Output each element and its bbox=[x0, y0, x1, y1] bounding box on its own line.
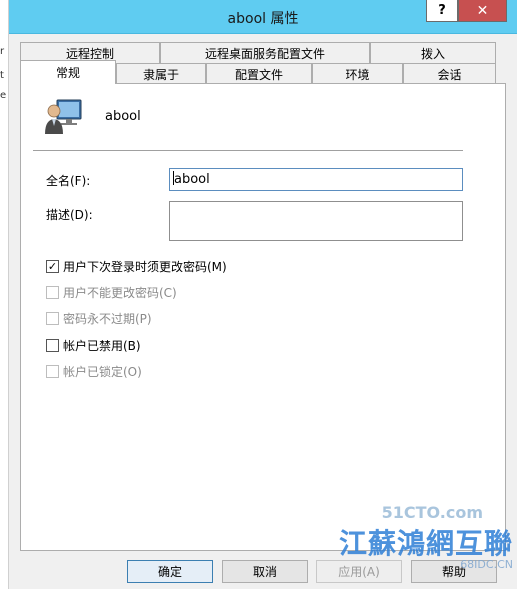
checkbox-cannot-change-password: 用户不能更改密码(C) bbox=[46, 284, 177, 301]
checkbox-label: 帐户已锁定(O) bbox=[63, 365, 142, 379]
checkbox-label: 用户下次登录时须更改密码(M) bbox=[63, 260, 227, 274]
tab-general[interactable]: 常规 bbox=[20, 60, 116, 84]
background-text: r bbox=[0, 46, 5, 57]
tab-rds-profile[interactable]: 远程桌面服务配置文件 bbox=[160, 42, 370, 63]
checkbox-account-locked: 帐户已锁定(O) bbox=[46, 363, 142, 380]
checkbox-icon[interactable] bbox=[46, 339, 59, 352]
checkbox-must-change-password[interactable]: ✓ 用户下次登录时须更改密码(M) bbox=[46, 258, 227, 275]
background-text: t bbox=[0, 70, 4, 81]
ok-button[interactable]: 确定 bbox=[127, 560, 213, 583]
checkbox-label: 密码永不过期(P) bbox=[63, 312, 152, 326]
apply-button: 应用(A) bbox=[316, 560, 402, 583]
properties-dialog: abool 属性 ? ✕ 远程控制 远程桌面服务配置文件 拨入 常规 隶属于 配… bbox=[9, 0, 517, 589]
background-text: e bbox=[0, 90, 7, 101]
help-button[interactable]: ? bbox=[426, 0, 458, 22]
tab-sessions[interactable]: 会话 bbox=[403, 63, 496, 84]
close-button[interactable]: ✕ bbox=[458, 0, 507, 22]
tab-environment[interactable]: 环境 bbox=[312, 63, 403, 84]
tab-member-of[interactable]: 隶属于 bbox=[116, 63, 206, 84]
cancel-button[interactable]: 取消 bbox=[222, 560, 308, 583]
checkbox-icon bbox=[46, 286, 59, 299]
fullname-field[interactable]: abool bbox=[169, 168, 463, 191]
checkbox-checked-icon[interactable]: ✓ bbox=[46, 260, 59, 273]
tab-dial-in[interactable]: 拨入 bbox=[370, 42, 496, 63]
separator bbox=[33, 150, 463, 151]
help-dialog-button[interactable]: 帮助 bbox=[411, 560, 497, 583]
general-tab-panel: abool 全名(F): abool 描述(D): ✓ 用户下次登录时须更改密码… bbox=[20, 83, 506, 551]
checkbox-account-disabled[interactable]: 帐户已禁用(B) bbox=[46, 337, 141, 354]
tab-profile[interactable]: 配置文件 bbox=[206, 63, 312, 84]
title-bar[interactable]: abool 属性 ? ✕ bbox=[9, 0, 517, 34]
user-monitor-icon bbox=[45, 99, 82, 134]
description-field[interactable] bbox=[169, 201, 463, 241]
checkbox-icon bbox=[46, 365, 59, 378]
checkbox-label: 帐户已禁用(B) bbox=[63, 339, 141, 353]
fullname-label: 全名(F): bbox=[46, 174, 91, 188]
checkbox-icon bbox=[46, 312, 59, 325]
checkbox-password-never-expires: 密码永不过期(P) bbox=[46, 310, 152, 327]
description-label: 描述(D): bbox=[46, 208, 93, 222]
checkbox-label: 用户不能更改密码(C) bbox=[63, 286, 177, 300]
fullname-value: abool bbox=[174, 172, 210, 187]
user-name: abool bbox=[105, 109, 141, 124]
background-window-edge: r t e bbox=[0, 0, 9, 589]
